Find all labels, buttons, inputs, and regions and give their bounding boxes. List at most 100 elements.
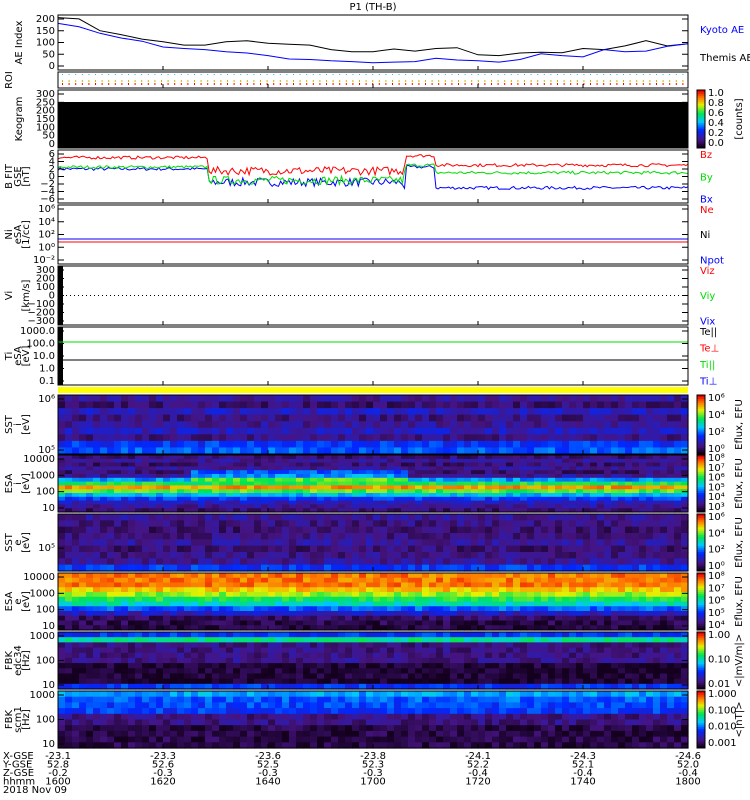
spectrogram-cell xyxy=(590,414,598,422)
spectrogram-cell xyxy=(205,558,213,566)
spectrogram-cell xyxy=(534,545,542,553)
spectrogram-cell xyxy=(156,401,164,409)
spectrogram-cell xyxy=(562,615,570,622)
spectrogram-cell xyxy=(100,421,108,429)
spectrogram-cell xyxy=(674,514,682,521)
spectrogram-cell xyxy=(261,592,269,598)
spectrogram-cell xyxy=(513,504,521,509)
spectrogram-cell xyxy=(79,533,87,540)
spectrogram-cell xyxy=(156,657,164,664)
spectrogram-cell xyxy=(107,615,115,622)
spectrogram-cell xyxy=(576,455,584,460)
spectrogram-cell xyxy=(492,573,500,579)
spectrogram-cell xyxy=(450,577,458,584)
spectrogram-cell xyxy=(331,481,339,486)
roi-marker xyxy=(246,80,248,82)
spectrogram-cell xyxy=(135,466,143,471)
spectrogram-cell xyxy=(149,434,157,442)
spectrogram-cell xyxy=(233,414,241,422)
colorbar xyxy=(696,572,706,631)
spectrogram-cell xyxy=(149,637,157,643)
spectrogram-cell xyxy=(373,592,381,598)
spectrogram-cell xyxy=(149,440,157,449)
spectrogram-cell xyxy=(163,504,171,509)
spectrogram-cell xyxy=(282,606,290,612)
spectrogram-cell xyxy=(457,440,465,449)
spectrogram-cell xyxy=(289,395,297,403)
roi-marker xyxy=(590,74,591,75)
spectrogram-cell xyxy=(149,558,157,566)
spectrogram-cell xyxy=(317,466,325,471)
spectrogram-cell xyxy=(394,539,402,547)
spectrogram-cell xyxy=(317,504,325,509)
spectrogram-cell xyxy=(170,440,178,449)
spectrogram-cell xyxy=(555,558,563,566)
roi-marker xyxy=(200,83,202,85)
spectrogram-cell xyxy=(674,620,682,626)
spectrogram-cell xyxy=(156,632,164,638)
spectrogram-cell xyxy=(310,615,318,622)
spectrogram-cell xyxy=(520,620,528,626)
spectrogram-cell xyxy=(667,533,675,540)
roi-marker xyxy=(682,83,684,85)
spectrogram-cell xyxy=(86,620,94,626)
spectrogram-cell xyxy=(58,408,66,416)
spectrogram-cell xyxy=(611,462,619,467)
spectrogram-cell xyxy=(163,545,171,553)
roi-marker xyxy=(669,83,671,85)
spectrogram-cell xyxy=(373,458,381,464)
spectrogram-cell xyxy=(198,601,206,607)
spectrogram-cell xyxy=(576,477,584,483)
spectrogram-cell xyxy=(611,533,619,540)
spectrogram-cell xyxy=(289,440,297,449)
spectrogram-cell xyxy=(464,481,472,486)
spectrogram-cell xyxy=(338,421,346,429)
roi-marker xyxy=(260,74,261,75)
spectrogram-cell xyxy=(114,592,122,598)
spectrogram-cell xyxy=(310,481,318,486)
spectrogram-cell xyxy=(478,539,486,547)
spectrogram-cell xyxy=(177,477,185,483)
spectrogram-cell xyxy=(611,493,619,498)
spectrogram-cell xyxy=(240,474,248,479)
spectrogram-cell xyxy=(450,458,458,464)
spectrogram-cell xyxy=(632,558,640,566)
spectrogram-cell xyxy=(408,601,416,607)
spectrogram-cell xyxy=(121,526,129,534)
roi-marker xyxy=(167,80,169,82)
spectrogram-cell xyxy=(100,573,108,579)
spectrogram-cell xyxy=(170,606,178,612)
spectrogram-cell xyxy=(303,421,311,429)
roi-marker xyxy=(207,80,209,82)
spectrogram-cell xyxy=(625,514,633,521)
spectrogram-cell xyxy=(359,477,367,483)
spectrogram-cell xyxy=(373,601,381,607)
spectrogram-cell xyxy=(107,577,115,584)
spectrogram-cell xyxy=(548,592,556,598)
spectrogram-cell xyxy=(135,632,143,638)
spectrogram-cell xyxy=(268,545,276,553)
spectrogram-cell xyxy=(310,474,318,479)
spectrogram-cell xyxy=(79,647,87,654)
spectrogram-cell xyxy=(450,558,458,566)
spectrogram-cell xyxy=(499,601,507,607)
spectrogram-cell xyxy=(352,462,360,467)
spectrogram-cell xyxy=(177,395,185,403)
spectrogram-cell xyxy=(58,414,66,422)
spectrogram-cell xyxy=(660,440,668,449)
spectrogram-cell xyxy=(485,474,493,479)
spectrogram-cell xyxy=(191,652,199,659)
spectrogram-cell xyxy=(254,496,262,502)
spectrogram-cell xyxy=(604,596,612,603)
spectrogram-cell xyxy=(170,678,178,685)
spectrogram-cell xyxy=(121,606,129,612)
spectrogram-cell xyxy=(100,477,108,483)
spectrogram-cell xyxy=(604,401,612,409)
spectrogram-cell xyxy=(464,539,472,547)
spectrogram-cell xyxy=(345,481,353,486)
spectrogram-cell xyxy=(653,587,661,593)
spectrogram-cell xyxy=(590,427,598,435)
spectrogram-cell xyxy=(366,611,374,617)
roi-marker xyxy=(194,74,195,75)
spectrogram-cell xyxy=(338,620,346,626)
